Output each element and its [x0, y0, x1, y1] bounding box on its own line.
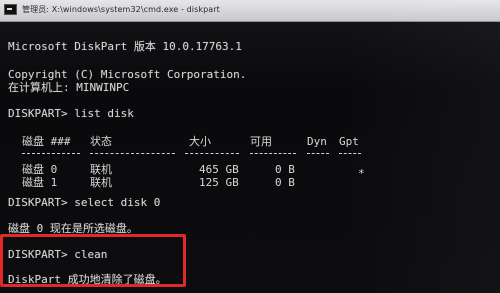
disk-size: 465 GB [199, 163, 239, 176]
window-title: 管理员: X:\windows\system32\cmd.exe - diskp… [22, 5, 220, 14]
disk-size: 125 GB [199, 176, 239, 189]
column-header-size: 大小 [189, 135, 211, 148]
column-header-status: 状态 [90, 135, 112, 148]
disk-gpt: * [358, 167, 365, 180]
banner-line: Microsoft DiskPart 版本 10.0.17763.1 [8, 40, 242, 53]
disk-name: 磁盘 1 [22, 176, 58, 189]
command-select-disk: DISKPART> select disk 0 [8, 196, 161, 209]
screen: 管理员: X:\windows\system32\cmd.exe - diskp… [0, 0, 500, 293]
column-separator [22, 153, 80, 154]
column-header-disk: 磁盘 ### [22, 135, 71, 148]
column-separator [185, 153, 239, 154]
disk-free: 0 B [275, 176, 295, 189]
disk-free: 0 B [275, 163, 295, 176]
cmd-icon [4, 4, 17, 15]
disk-status: 联机 [90, 176, 112, 189]
window-titlebar[interactable]: 管理员: X:\windows\system32\cmd.exe - diskp… [0, 0, 500, 22]
column-header-gpt: Gpt [339, 135, 359, 148]
column-separator [339, 153, 361, 154]
disk-name: 磁盘 0 [22, 163, 58, 176]
copyright-line: Copyright (C) Microsoft Corporation. [8, 68, 247, 81]
computer-line: 在计算机上: MINWINPC [8, 81, 130, 94]
column-separator [90, 153, 175, 154]
column-separator [307, 153, 329, 154]
column-separator [250, 153, 296, 154]
disk-status: 联机 [90, 163, 112, 176]
command-list-disk: DISKPART> list disk [8, 107, 134, 120]
column-header-dyn: Dyn [307, 135, 327, 148]
column-header-free: 可用 [250, 135, 272, 148]
highlight-box [0, 234, 186, 287]
